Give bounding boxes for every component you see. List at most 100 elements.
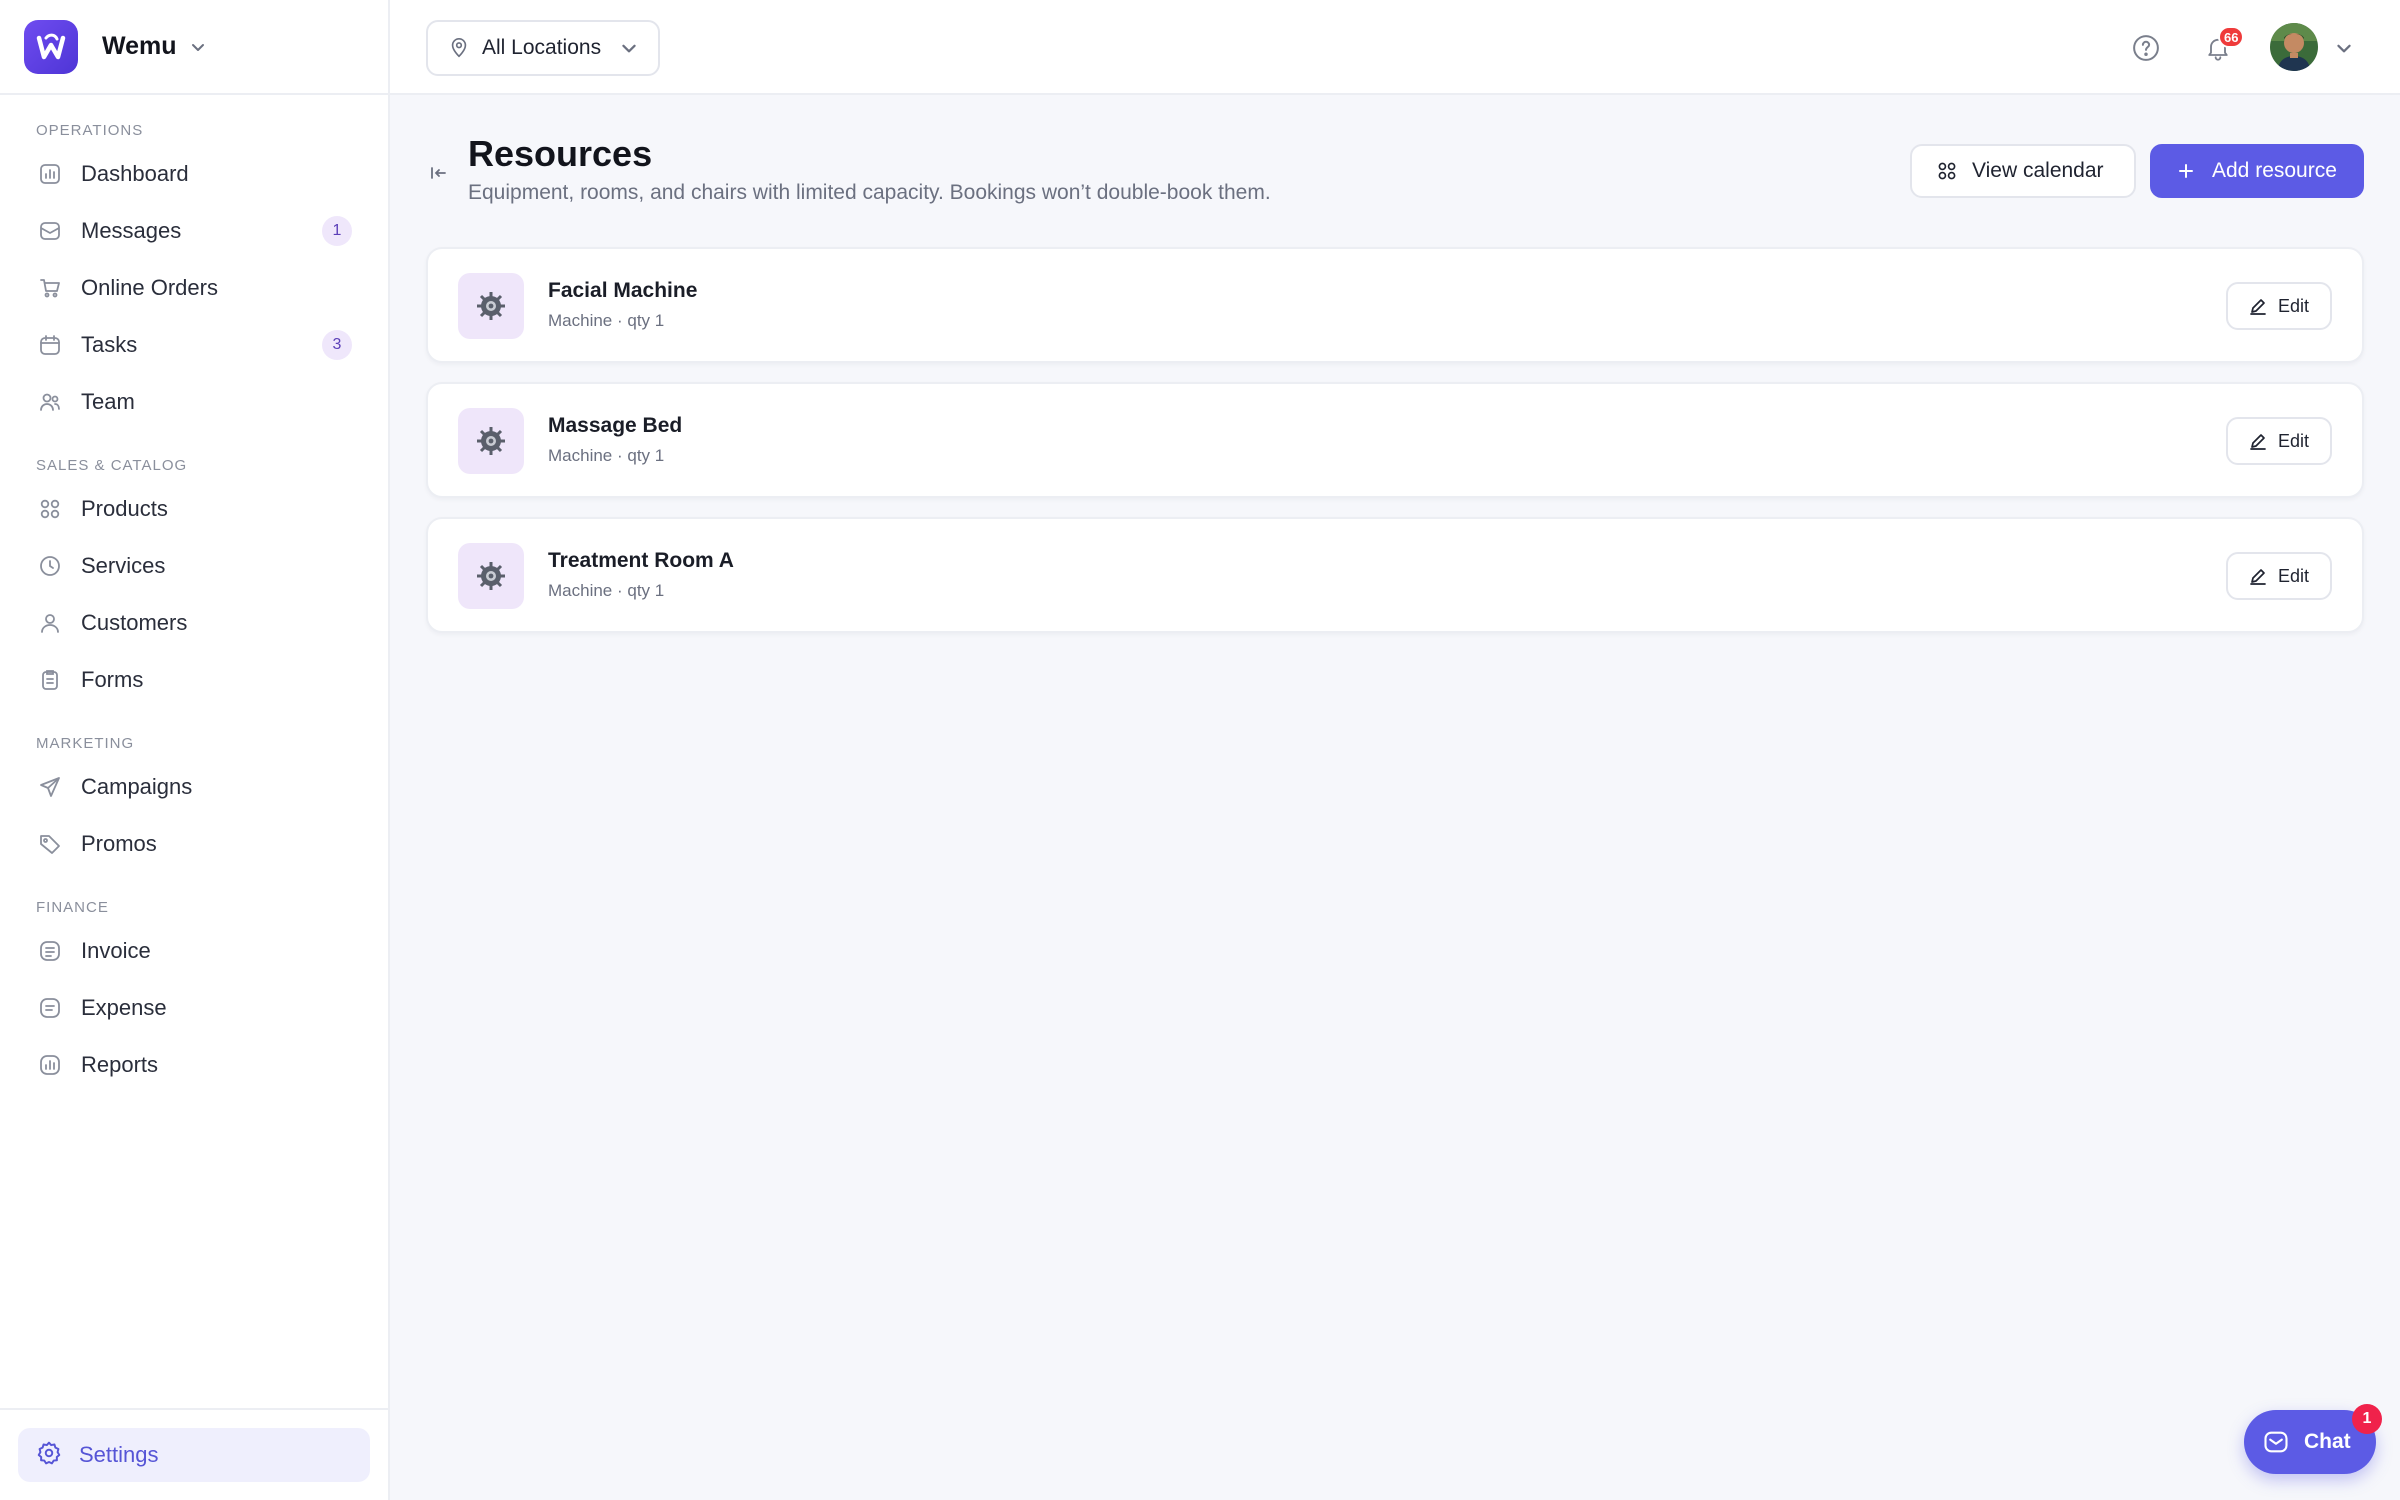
location-select[interactable]: All Locations xyxy=(426,20,660,76)
sidebar-item-tasks[interactable]: Tasks 3 xyxy=(0,316,388,373)
resource-name: Massage Bed xyxy=(548,414,683,437)
grid-icon xyxy=(1936,160,1958,182)
gear-icon xyxy=(458,543,524,609)
nav-section-title: FINANCE xyxy=(36,899,109,916)
resource-card: Facial Machine Machine · qty 1 Edit xyxy=(426,247,2364,363)
resource-meta: Machine · qty 1 xyxy=(548,446,665,465)
sidebar-item-reports[interactable]: Reports xyxy=(0,1036,388,1093)
collapse-sidebar-icon[interactable] xyxy=(426,161,450,185)
sidebar-item-products[interactable]: Products xyxy=(0,480,388,537)
sidebar-nav: OPERATIONS Dashboard Messages 1 Online O… xyxy=(0,95,388,1093)
page-title: Resources xyxy=(468,133,653,174)
resource-card: Treatment Room A Machine · qty 1 Edit xyxy=(426,517,2364,633)
notifications-button[interactable]: 66 xyxy=(2200,26,2245,66)
sidebar-item-dashboard[interactable]: Dashboard xyxy=(0,145,388,202)
sidebar-item-label: Settings xyxy=(79,1442,159,1467)
resource-name: Facial Machine xyxy=(548,279,698,302)
resource-meta: Machine · qty 1 xyxy=(548,311,665,330)
expense-icon xyxy=(36,994,64,1022)
plus-icon xyxy=(2176,161,2196,181)
sidebar: Wemu OPERATIONS Dashboard Messages 1 Onl… xyxy=(0,0,390,1500)
edit-label: Edit xyxy=(2278,565,2310,586)
tasks-count-badge: 3 xyxy=(322,329,352,360)
brand-name: Wemu xyxy=(102,32,177,60)
sidebar-item-messages[interactable]: Messages 1 xyxy=(0,202,388,259)
resource-meta: Machine · qty 1 xyxy=(548,581,665,600)
view-calendar-label: View calendar xyxy=(1972,159,2104,182)
gear-icon xyxy=(36,1440,62,1471)
gear-icon xyxy=(458,408,524,474)
edit-button[interactable]: Edit xyxy=(2226,552,2332,600)
sidebar-item-label: Dashboard xyxy=(81,160,189,186)
sidebar-item-online-orders[interactable]: Online Orders xyxy=(0,259,388,316)
sidebar-item-label: Forms xyxy=(81,666,144,692)
view-calendar-button[interactable]: View calendar xyxy=(1910,144,2136,198)
chart-icon xyxy=(36,1051,64,1079)
sidebar-item-label: Services xyxy=(81,552,166,578)
sidebar-item-team[interactable]: Team xyxy=(0,373,388,430)
sidebar-item-label: Products xyxy=(81,495,168,521)
sidebar-item-label: Online Orders xyxy=(81,274,218,300)
edit-button[interactable]: Edit xyxy=(2226,282,2332,330)
nav-section-title: MARKETING xyxy=(36,735,135,752)
clock-icon xyxy=(36,552,64,580)
edit-label: Edit xyxy=(2278,430,2310,451)
sidebar-item-label: Promos xyxy=(81,830,157,856)
sidebar-item-label: Expense xyxy=(81,994,167,1020)
sidebar-item-settings[interactable]: Settings xyxy=(18,1428,370,1482)
resource-name: Treatment Room A xyxy=(548,549,734,572)
chevron-down-icon xyxy=(619,38,639,58)
brand-switcher[interactable]: Wemu xyxy=(0,0,388,95)
invoice-icon xyxy=(36,937,64,965)
nav-section-title: SALES & CATALOG xyxy=(36,457,188,474)
send-icon xyxy=(36,773,64,801)
users-icon xyxy=(36,388,64,416)
edit-label: Edit xyxy=(2278,295,2310,316)
edit-button[interactable]: Edit xyxy=(2226,417,2332,465)
sidebar-item-label: Team xyxy=(81,388,135,414)
add-resource-button[interactable]: Add resource xyxy=(2150,144,2364,198)
gear-icon xyxy=(458,273,524,339)
grid-icon xyxy=(36,495,64,523)
sidebar-item-label: Tasks xyxy=(81,331,138,357)
map-pin-icon xyxy=(448,37,470,59)
chat-label: Chat xyxy=(2304,1430,2351,1453)
sidebar-item-forms[interactable]: Forms xyxy=(0,651,388,708)
cart-icon xyxy=(36,274,64,302)
sidebar-item-expense[interactable]: Expense xyxy=(0,979,388,1036)
resource-card: Massage Bed Machine · qty 1 Edit xyxy=(426,382,2364,498)
avatar[interactable] xyxy=(2270,23,2318,71)
location-select-value: All Locations xyxy=(482,36,602,59)
chevron-down-icon[interactable] xyxy=(2334,38,2354,63)
chat-unread-badge: 1 xyxy=(2352,1404,2382,1434)
notifications-count-badge: 66 xyxy=(2218,26,2245,48)
chevron-down-icon xyxy=(189,38,207,56)
sidebar-item-label: Customers xyxy=(81,609,188,635)
chart-icon xyxy=(36,160,64,188)
calendar-icon xyxy=(36,331,64,359)
main-content: Resources Equipment, rooms, and chairs w… xyxy=(390,95,2400,1500)
sidebar-item-campaigns[interactable]: Campaigns xyxy=(0,758,388,815)
add-resource-label: Add resource xyxy=(2212,159,2337,182)
sidebar-item-services[interactable]: Services xyxy=(0,537,388,594)
chat-icon xyxy=(2262,1428,2290,1456)
nav-section-title: OPERATIONS xyxy=(36,122,144,139)
pencil-icon xyxy=(2248,566,2268,586)
wemu-logo-icon xyxy=(24,19,78,74)
sidebar-item-invoice[interactable]: Invoice xyxy=(0,922,388,979)
sidebar-item-label: Reports xyxy=(81,1051,159,1077)
pencil-icon xyxy=(2248,431,2268,451)
page-subtitle: Equipment, rooms, and chairs with limite… xyxy=(468,181,1271,204)
sidebar-item-promos[interactable]: Promos xyxy=(0,815,388,872)
sidebar-item-label: Campaigns xyxy=(81,773,193,799)
help-icon[interactable] xyxy=(2128,30,2164,66)
sidebar-item-customers[interactable]: Customers xyxy=(0,594,388,651)
clipboard-icon xyxy=(36,666,64,694)
topbar: All Locations 66 xyxy=(390,0,2400,95)
tag-icon xyxy=(36,830,64,858)
user-icon xyxy=(36,609,64,637)
messages-count-badge: 1 xyxy=(322,215,352,246)
sidebar-footer: Settings xyxy=(0,1408,388,1500)
sidebar-item-label: Messages xyxy=(81,217,182,243)
inbox-icon xyxy=(36,217,64,245)
